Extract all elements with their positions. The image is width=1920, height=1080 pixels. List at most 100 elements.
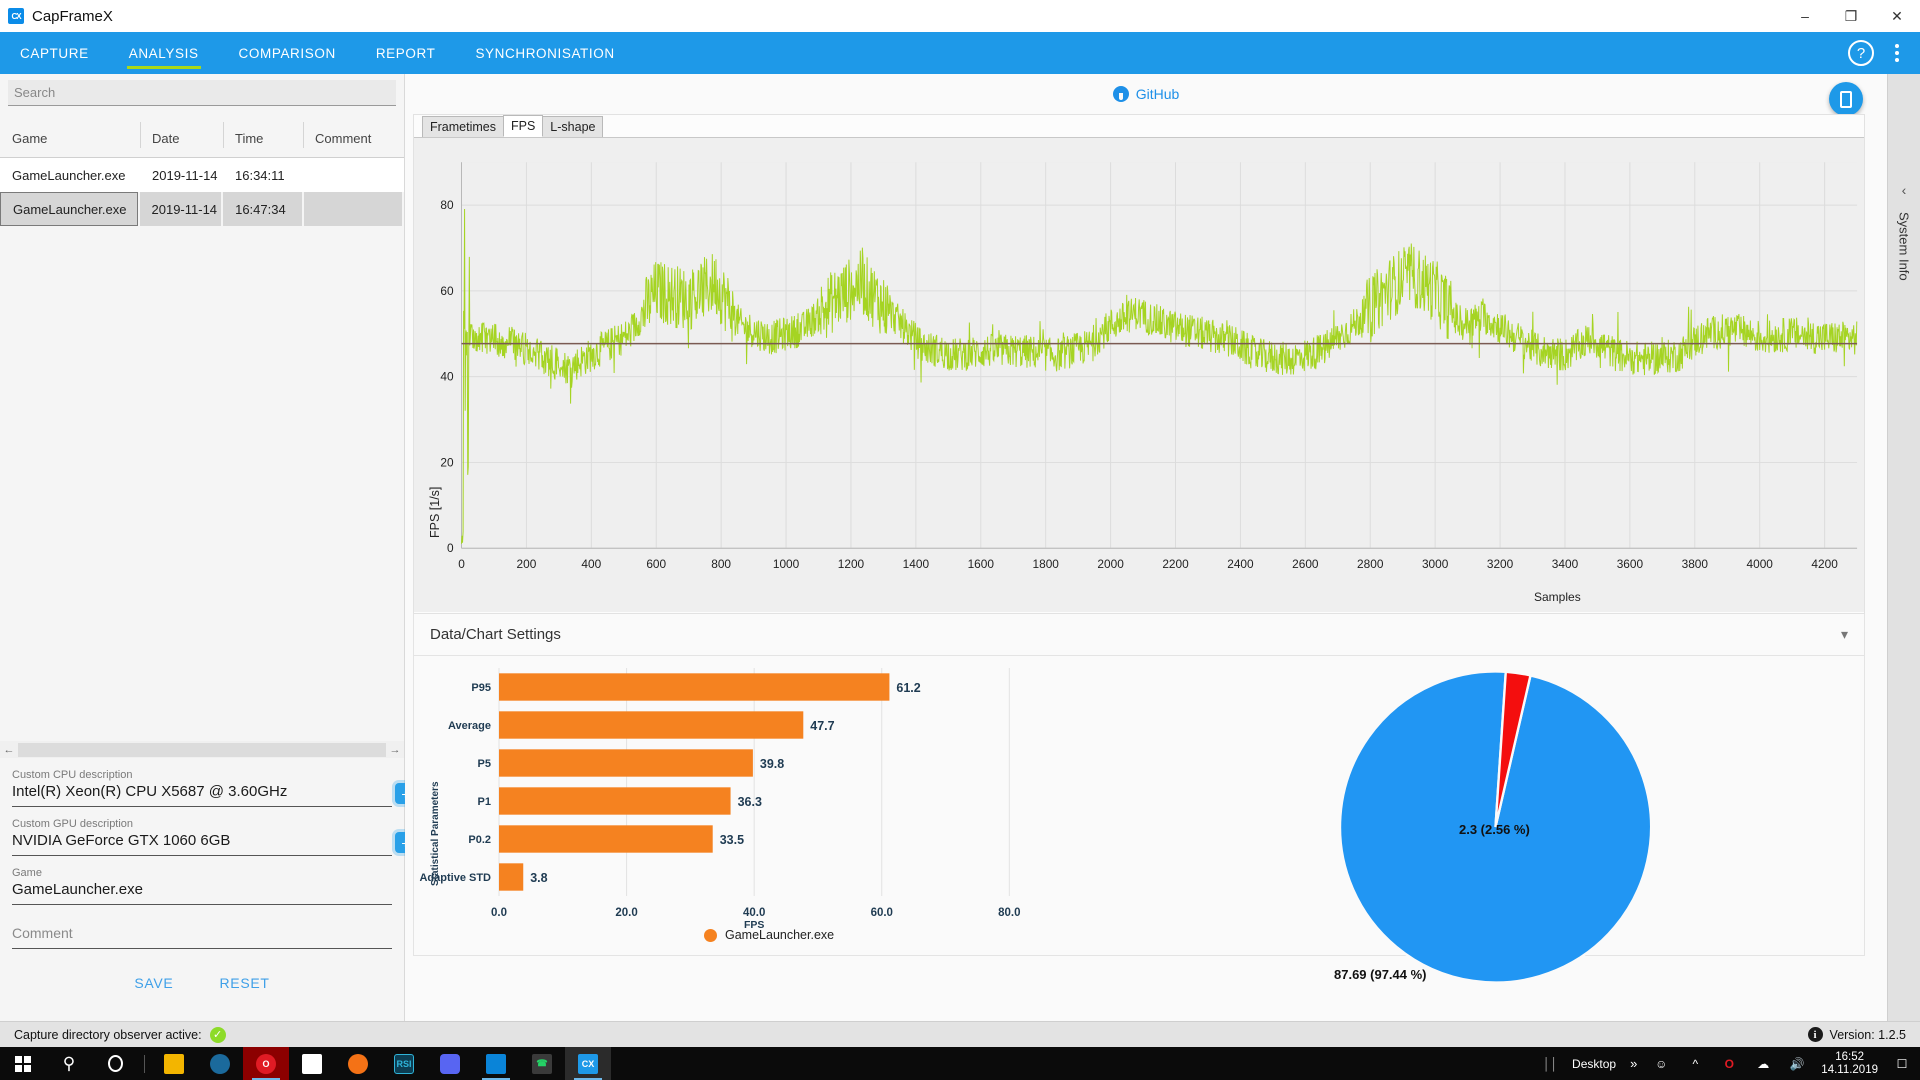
kebab-menu-icon[interactable] xyxy=(1884,40,1910,66)
game-input[interactable]: GameLauncher.exe xyxy=(12,879,392,905)
file-explorer-icon[interactable] xyxy=(151,1047,197,1080)
windows-start-icon[interactable] xyxy=(0,1047,46,1080)
ear-trumpet-icon[interactable] xyxy=(473,1047,519,1080)
people-icon[interactable]: ☺ xyxy=(1651,1057,1671,1071)
column-header-comment[interactable]: Comment xyxy=(303,131,403,146)
search-icon[interactable]: ⚲ xyxy=(46,1047,92,1080)
body-layout: Game Date Time Comment GameLauncher.exe … xyxy=(0,74,1920,1080)
cell-date: 2019-11-14 xyxy=(140,192,222,226)
taskbar-overflow-glyph[interactable]: » xyxy=(1630,1056,1637,1071)
whatsapp-icon[interactable]: ☎ xyxy=(519,1047,565,1080)
menu-label: CAPTURE xyxy=(0,46,109,61)
maximize-icon[interactable]: ❐ xyxy=(1828,0,1874,32)
svg-text:80.0: 80.0 xyxy=(998,907,1020,919)
cpu-label: Custom CPU description xyxy=(12,769,392,781)
data-chart-settings-header[interactable]: Data/Chart Settings ▾ xyxy=(413,614,1865,656)
github-link[interactable]: GitHub xyxy=(1113,86,1180,102)
comment-input[interactable]: Comment xyxy=(12,923,392,949)
rsi-launcher-icon[interactable]: RSI xyxy=(381,1047,427,1080)
system-info-label[interactable]: System Info xyxy=(1897,212,1912,281)
svg-text:61.2: 61.2 xyxy=(896,681,920,695)
column-header-game[interactable]: Game xyxy=(0,131,140,146)
origin-icon[interactable] xyxy=(335,1047,381,1080)
chevron-down-icon[interactable]: ▾ xyxy=(1841,626,1848,643)
fps-plot-area[interactable]: FPS Average FPS 020406080020040060080010… xyxy=(414,137,1864,612)
desktop-peek-label[interactable]: Desktop xyxy=(1572,1057,1616,1071)
taskbar-clock[interactable]: 16:52 14.11.2019 xyxy=(1821,1051,1878,1077)
mobile-device-icon[interactable] xyxy=(1829,82,1863,116)
version-status: i Version: 1.2.5 xyxy=(1808,1027,1906,1042)
menu-item-synchronisation[interactable]: SYNCHRONISATION xyxy=(455,32,634,74)
bar-chart-legend[interactable]: GameLauncher.exe xyxy=(704,928,834,942)
taskbar-divider xyxy=(144,1055,145,1073)
discord-icon[interactable] xyxy=(427,1047,473,1080)
tab-fps[interactable]: FPS xyxy=(503,115,543,137)
menu-item-report[interactable]: REPORT xyxy=(356,32,456,74)
svg-text:P95: P95 xyxy=(471,682,491,694)
horizontal-scrollbar[interactable]: ← → xyxy=(0,741,404,759)
cell-game: GameLauncher.exe xyxy=(0,168,140,183)
teamspeak-icon[interactable] xyxy=(197,1047,243,1080)
volume-icon[interactable]: 🔊 xyxy=(1787,1057,1807,1071)
svg-text:20: 20 xyxy=(440,455,454,469)
svg-text:P1: P1 xyxy=(478,796,491,808)
svg-text:3600: 3600 xyxy=(1617,557,1644,571)
green-check-icon: ✓ xyxy=(210,1027,226,1043)
svg-text:2000: 2000 xyxy=(1097,557,1124,571)
cortana-circle-icon[interactable] xyxy=(92,1047,138,1080)
svg-text:40: 40 xyxy=(440,370,454,384)
minimize-icon[interactable]: – xyxy=(1782,0,1828,32)
fps-line-chart: 0204060800200400600800100012001400160018… xyxy=(414,138,1864,613)
scroll-right-arrow-icon[interactable]: → xyxy=(386,744,404,756)
cpu-input[interactable]: Intel(R) Xeon(R) CPU X5687 @ 3.60GHz xyxy=(12,781,392,807)
window-title: CapFrameX xyxy=(32,8,113,25)
menu-item-capture[interactable]: CAPTURE xyxy=(0,32,109,74)
chevron-up-icon[interactable]: ^ xyxy=(1685,1057,1705,1071)
search-input[interactable] xyxy=(14,85,390,100)
help-circle-icon[interactable]: ? xyxy=(1848,40,1874,66)
record-metadata-form: Custom CPU description Intel(R) Xeon(R) … xyxy=(0,758,404,991)
fps-x-axis-label: Samples xyxy=(1534,590,1581,604)
menu-item-analysis[interactable]: ANALYSIS xyxy=(109,32,219,74)
cell-date: 2019-11-14 xyxy=(140,168,223,183)
legend-label: GameLauncher.exe xyxy=(725,928,834,942)
close-icon[interactable]: ✕ xyxy=(1874,0,1920,32)
info-icon: i xyxy=(1808,1027,1823,1042)
reset-button[interactable]: RESET xyxy=(219,975,269,991)
svg-text:3400: 3400 xyxy=(1552,557,1579,571)
search-box[interactable] xyxy=(8,80,396,106)
table-row[interactable]: GameLauncher.exe 2019-11-14 16:47:34 xyxy=(0,192,404,226)
opera-icon[interactable]: O xyxy=(243,1047,289,1080)
gpu-input[interactable]: NVIDIA GeForce GTX 1060 6GB xyxy=(12,830,392,856)
system-info-rail[interactable]: ‹ System Info xyxy=(1887,74,1920,1021)
svg-text:2200: 2200 xyxy=(1162,557,1189,571)
tab-lshape[interactable]: L-shape xyxy=(542,116,603,137)
action-center-icon[interactable]: ☐ xyxy=(1892,1057,1912,1071)
onedrive-icon[interactable]: ☁ xyxy=(1753,1057,1773,1071)
svg-text:4200: 4200 xyxy=(1811,557,1838,571)
chevron-left-icon[interactable]: ‹ xyxy=(1902,182,1907,198)
table-row[interactable]: GameLauncher.exe 2019-11-14 16:34:11 xyxy=(0,158,404,192)
svg-text:2600: 2600 xyxy=(1292,557,1319,571)
scroll-left-arrow-icon[interactable]: ← xyxy=(0,744,18,756)
menu-item-comparison[interactable]: COMPARISON xyxy=(219,32,356,74)
gpu-label: Custom GPU description xyxy=(12,818,392,830)
version-text: Version: 1.2.5 xyxy=(1830,1028,1906,1042)
save-button[interactable]: SAVE xyxy=(134,975,173,991)
pie-annotation-smooth: 87.69 (97.44 %) xyxy=(1334,967,1427,982)
clock-time: 16:52 xyxy=(1821,1051,1878,1064)
tab-frametimes[interactable]: Frametimes xyxy=(422,116,504,137)
svg-text:200: 200 xyxy=(517,557,537,571)
mail-icon[interactable] xyxy=(289,1047,335,1080)
column-header-date[interactable]: Date xyxy=(140,131,223,146)
cell-game: GameLauncher.exe xyxy=(0,192,138,226)
title-bar: CX CapFrameX – ❐ ✕ xyxy=(0,0,1920,32)
scrollbar-track[interactable] xyxy=(18,743,386,757)
capframex-icon[interactable]: CX xyxy=(565,1047,611,1080)
opera-tray-icon[interactable]: O xyxy=(1719,1057,1739,1071)
menu-label: SYNCHRONISATION xyxy=(455,46,634,61)
game-label: Game xyxy=(12,867,392,879)
windows-taskbar: ⚲ O RSI ☎ CX xyxy=(0,1047,1920,1080)
column-header-time[interactable]: Time xyxy=(223,131,303,146)
bar-chart-svg: P9561.2Average47.7P539.8P136.3P0.233.5Ad… xyxy=(414,656,1194,956)
